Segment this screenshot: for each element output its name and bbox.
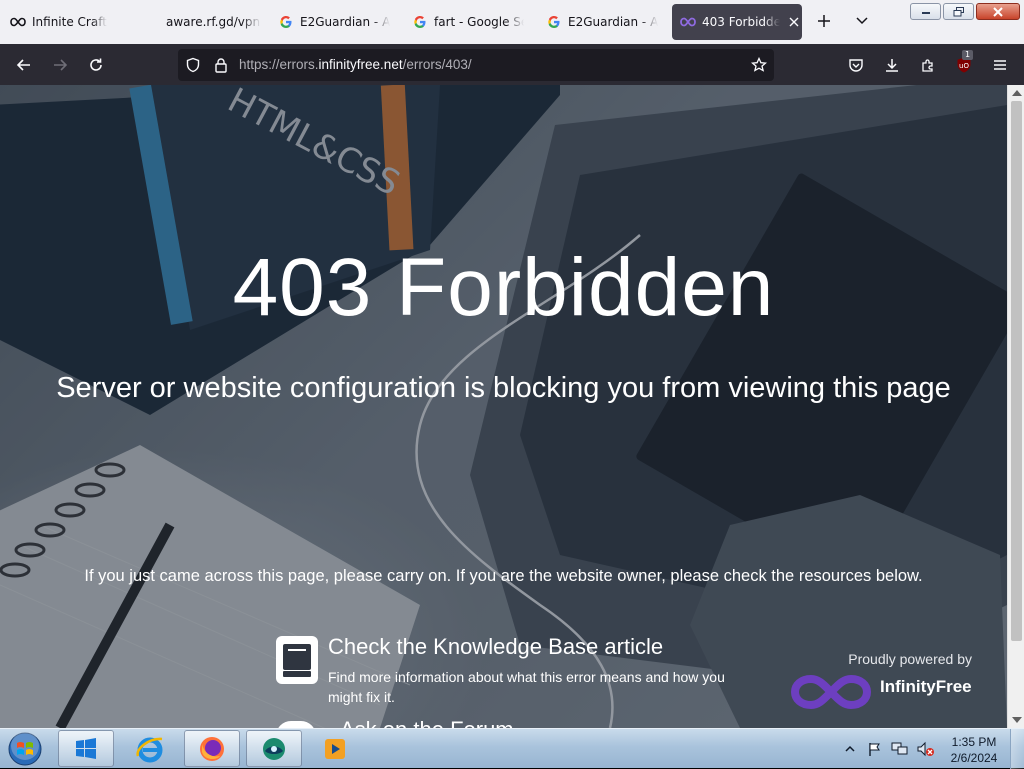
volume-muted-icon[interactable] (917, 741, 935, 757)
forward-button[interactable] (49, 54, 71, 76)
tab-label: E2Guardian - Acce (568, 15, 658, 29)
infinityfree-icon (680, 14, 696, 30)
minimize-icon (921, 11, 930, 14)
clock[interactable]: 1:35 PM 2/6/2024 (944, 734, 1004, 766)
arrow-right-icon (54, 59, 68, 71)
tab-e2guardian-2[interactable]: E2Guardian - Acce (546, 4, 658, 40)
powered-by-text: Proudly powered by (848, 651, 972, 667)
network-icon[interactable] (891, 741, 909, 757)
google-icon (412, 14, 428, 30)
extension-badge: 1 (962, 50, 974, 60)
tab-strip: Infinite Craft aware.rf.gd/vpn.ht E2Guar… (0, 0, 1024, 44)
scroll-down-arrow-icon[interactable] (1012, 717, 1022, 723)
close-tab-icon[interactable] (786, 14, 802, 30)
url-host: infinityfree.net (318, 57, 403, 72)
show-hidden-icons-icon[interactable] (843, 742, 857, 756)
plus-icon (818, 15, 830, 27)
page-viewport: HTML&CSS 403 Forbidden Server or website… (0, 85, 1007, 728)
powered-by-badge[interactable]: Proudly powered by InfinityFree (790, 651, 980, 711)
show-desktop-button[interactable] (1010, 729, 1024, 769)
kb-description: Find more information about what this er… (328, 669, 725, 705)
error-message: If you just came across this page, pleas… (84, 567, 923, 585)
error-heading: 403 Forbidden (232, 242, 775, 333)
windows-start-icon (8, 732, 42, 766)
taskbar-internet-explorer[interactable] (122, 730, 178, 767)
lock-icon[interactable] (213, 57, 229, 73)
start-button[interactable] (5, 731, 45, 767)
tab-label: aware.rf.gd/vpn.ht (166, 15, 261, 29)
downloads-button[interactable] (881, 54, 903, 76)
tab-label: E2Guardian - Acce (300, 15, 390, 29)
reload-icon (90, 58, 102, 71)
tab-aware-vpn[interactable]: aware.rf.gd/vpn.ht (166, 4, 261, 40)
close-icon (993, 6, 1003, 17)
tab-label: Infinite Craft (32, 15, 107, 29)
tab-label: 403 Forbidden (702, 15, 780, 29)
download-icon (886, 59, 898, 72)
restore-button[interactable] (943, 3, 974, 20)
google-icon (546, 14, 562, 30)
arrow-left-icon (16, 59, 30, 71)
book-icon (276, 636, 318, 684)
tab-label: fart - Google Sear (434, 15, 524, 29)
window-controls (910, 3, 1020, 20)
tab-infinite-craft[interactable]: Infinite Craft (10, 4, 150, 40)
page-scrollbar[interactable] (1007, 85, 1024, 728)
system-tray (843, 729, 935, 769)
scroll-up-arrow-icon[interactable] (1012, 90, 1022, 96)
brand-name: InfinityFree (880, 677, 972, 696)
reload-button[interactable] (85, 54, 107, 76)
url-text[interactable]: https://errors.infinityfree.net/errors/4… (239, 57, 472, 72)
forum-link[interactable]: Ask on the Forum (276, 715, 576, 728)
list-all-tabs-button[interactable] (855, 12, 873, 32)
hamburger-menu-icon (994, 60, 1006, 70)
dark-overlay (0, 85, 1007, 728)
forum-icon (276, 721, 316, 728)
shield-icon[interactable] (185, 57, 201, 73)
action-center-flag-icon[interactable] (867, 741, 883, 757)
chevron-down-icon (856, 17, 868, 25)
taskbar-app[interactable] (246, 730, 302, 767)
windows-logo-icon (76, 737, 96, 759)
knowledge-base-link[interactable]: Check the Knowledge Base article Find mo… (276, 634, 736, 714)
taskbar-windows-app[interactable] (58, 730, 114, 767)
internet-explorer-icon (136, 737, 163, 762)
scrollbar-thumb[interactable] (1011, 101, 1022, 641)
ublock-button[interactable]: uO 1 (953, 50, 975, 76)
kb-title[interactable]: Check the Knowledge Base article (328, 634, 663, 660)
clock-date: 2/6/2024 (950, 751, 998, 765)
google-icon (278, 14, 294, 30)
extensions-button[interactable] (917, 54, 939, 76)
url-prefix: https://errors. (239, 57, 319, 72)
minimize-button[interactable] (910, 3, 941, 20)
puzzle-icon (922, 59, 933, 72)
windows-taskbar: 1:35 PM 2/6/2024 (0, 728, 1024, 769)
forum-title[interactable]: Ask on the Forum (340, 717, 514, 728)
media-player-icon (325, 738, 345, 759)
svg-text:uO: uO (959, 62, 969, 70)
navigation-toolbar: https://errors.infinityfree.net/errors/4… (0, 44, 1024, 85)
app-menu-button[interactable] (989, 54, 1011, 76)
pocket-icon (849, 59, 863, 72)
infinityfree-logo-icon (790, 674, 872, 710)
new-tab-button[interactable] (814, 12, 834, 32)
bookmark-star-icon[interactable] (751, 57, 767, 73)
app-icon (263, 737, 285, 760)
clock-time: 1:35 PM (951, 735, 997, 749)
tab-e2guardian-1[interactable]: E2Guardian - Acce (278, 4, 390, 40)
pocket-button[interactable] (845, 54, 867, 76)
error-subheading: Server or website configuration is block… (56, 372, 951, 404)
tab-403-forbidden[interactable]: 403 Forbidden (672, 4, 802, 40)
url-path: /errors/403/ (402, 57, 472, 72)
tab-google-search[interactable]: fart - Google Sear (412, 4, 524, 40)
address-bar[interactable]: https://errors.infinityfree.net/errors/4… (178, 49, 774, 81)
restore-icon (953, 6, 964, 16)
taskbar-media-player[interactable] (307, 730, 363, 767)
close-window-button[interactable] (976, 3, 1020, 20)
taskbar-firefox[interactable] (184, 730, 240, 767)
firefox-icon (200, 736, 224, 761)
infinity-icon (10, 14, 26, 30)
back-button[interactable] (13, 54, 35, 76)
